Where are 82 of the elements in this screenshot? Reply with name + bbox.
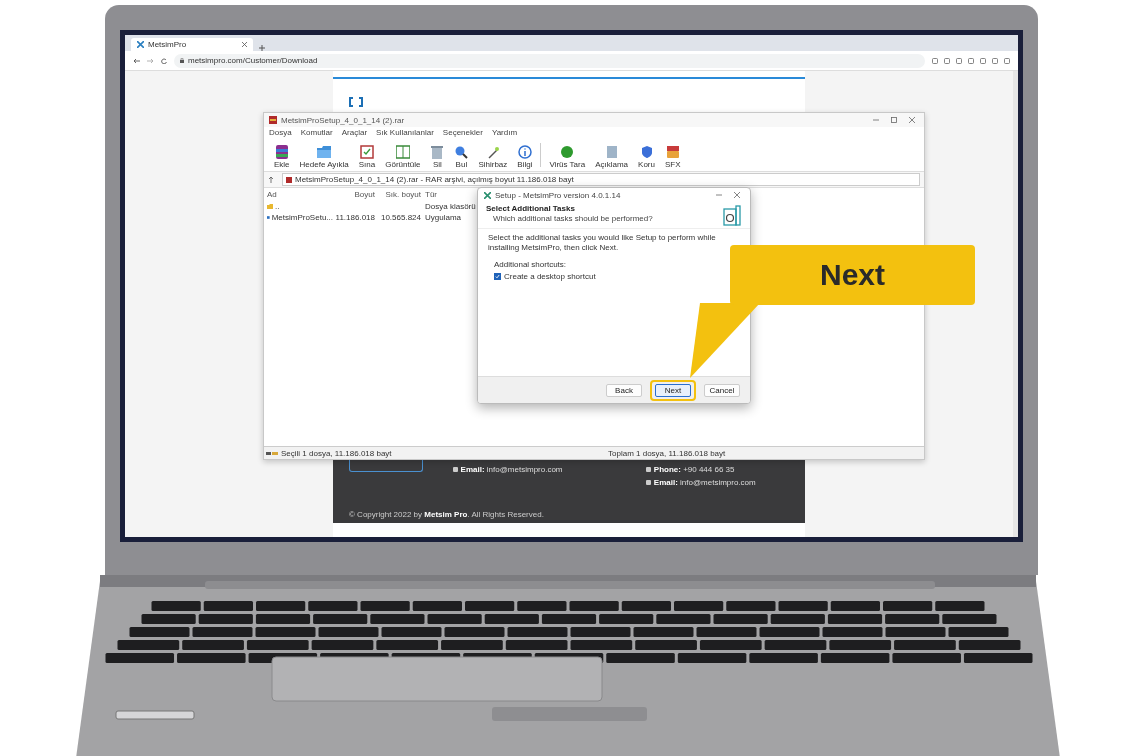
toolbar-button[interactable]: Koru bbox=[636, 145, 657, 169]
menu-item[interactable]: Araçlar bbox=[341, 128, 368, 137]
forward-arrow-icon bbox=[147, 57, 154, 64]
column-header[interactable]: Tür bbox=[421, 190, 477, 199]
browser-tab[interactable]: MetsimPro bbox=[131, 38, 253, 51]
status-text: Seçili 1 dosya, 11.186.018 bayt bbox=[281, 448, 392, 458]
document-icon bbox=[604, 145, 619, 159]
toolbar-button[interactable]: SFX bbox=[662, 145, 683, 169]
maximize-icon bbox=[891, 117, 897, 123]
status-text: Toplam 1 dosya, 11.186.018 bayt bbox=[608, 448, 726, 458]
path-field[interactable]: MetsimProSetup_4_0_1_14 (2).rar - RAR arşivi, açılmış boyut 11.186.018 bayt bbox=[282, 173, 920, 186]
contact-text: Email: info@metsimpro.com bbox=[460, 465, 563, 474]
table-cell: 11.186.018 bbox=[335, 213, 375, 222]
table-cell: Uygulama bbox=[425, 213, 461, 222]
trash-icon bbox=[430, 145, 445, 159]
menu-item[interactable]: Sık Kullanılanlar bbox=[376, 128, 434, 137]
window-title: Setup - MetsimPro version 4.0.1.14 bbox=[495, 190, 622, 200]
toolbar-button[interactable]: Sihirbaz bbox=[476, 145, 510, 169]
contact-icon bbox=[645, 467, 651, 472]
toolbar-button[interactable]: Açıklama bbox=[593, 145, 631, 169]
shield-icon bbox=[639, 145, 654, 159]
box-icon bbox=[722, 204, 742, 226]
table-cell: .. bbox=[275, 202, 280, 211]
info-icon bbox=[517, 145, 532, 159]
cancel-button[interactable]: Cancel bbox=[704, 383, 740, 397]
path-text: MetsimProSetup_4_0_1_14 (2).rar - RAR arşivi, açılmış boyut 11.186.018 bayt bbox=[295, 175, 574, 184]
lock-icon bbox=[180, 58, 184, 63]
checkbox[interactable] bbox=[494, 273, 501, 281]
column-header[interactable]: Boyut bbox=[333, 190, 375, 199]
folder-icon bbox=[317, 145, 332, 159]
check-square-icon bbox=[360, 145, 374, 159]
plus-icon bbox=[259, 45, 265, 51]
up-arrow-icon bbox=[268, 176, 274, 183]
toolbar-button[interactable]: Görüntüle bbox=[383, 145, 423, 169]
window-title: MetsimProSetup_4_0_1_14 (2).rar bbox=[281, 115, 406, 125]
x-logo-icon bbox=[484, 191, 491, 199]
drives-icon bbox=[266, 450, 278, 456]
circle-icon bbox=[560, 145, 575, 159]
reload-icon bbox=[161, 57, 167, 64]
minimize-icon bbox=[716, 192, 722, 198]
table-cell: 10.565.824 bbox=[380, 213, 421, 222]
back-arrow-icon bbox=[133, 57, 140, 64]
url-field[interactable]: metsimpro.com/Customer/Download bbox=[174, 53, 925, 68]
next-button[interactable]: Next bbox=[655, 383, 691, 397]
toolbar-button[interactable]: Virüs Tara bbox=[547, 145, 588, 169]
close-icon bbox=[909, 117, 915, 123]
close-icon bbox=[242, 42, 247, 47]
copyright-text: © Copyright 2022 by Metsim Pro. All Rights Reserved. bbox=[349, 510, 545, 519]
dialog-subheading: Which additional tasks should be performed? bbox=[492, 214, 653, 223]
toolbar-button[interactable]: Hedefe Ayıkla bbox=[297, 145, 351, 169]
back-button[interactable]: Back bbox=[606, 383, 642, 397]
tab-title: MetsimPro bbox=[148, 40, 188, 49]
minimize-icon bbox=[873, 117, 879, 123]
contact-icon bbox=[452, 467, 458, 472]
book-icon bbox=[395, 145, 410, 159]
toolbar-button[interactable]: Sına bbox=[356, 145, 378, 169]
url-text: metsimpro.com/Customer/Download bbox=[188, 56, 318, 65]
scrollbar[interactable] bbox=[1013, 71, 1018, 537]
contact-text: Email: info@metsimpro.com bbox=[653, 478, 756, 487]
close-icon bbox=[734, 192, 740, 198]
toolbar-button[interactable]: Ekle bbox=[272, 145, 292, 169]
column-header[interactable]: Ad bbox=[267, 190, 333, 199]
checkbox-label: Create a desktop shortcut bbox=[504, 272, 596, 282]
table-cell: Dosya klasörü bbox=[425, 202, 476, 211]
toolbar-button[interactable]: Bul bbox=[452, 145, 471, 169]
menu-item[interactable]: Seçenekler bbox=[442, 128, 483, 137]
dialog-heading: Select Additional Tasks bbox=[486, 204, 576, 213]
group-label: Additional shortcuts: bbox=[493, 260, 568, 270]
menu-item[interactable]: Dosya bbox=[269, 128, 292, 137]
logo-icon bbox=[349, 97, 363, 107]
magnifier-icon bbox=[454, 145, 469, 159]
contact-text: Phone: +90 444 66 35 bbox=[653, 465, 735, 474]
x-logo-icon bbox=[137, 41, 144, 48]
folder-icon bbox=[267, 204, 273, 209]
table-cell: MetsimProSetu... bbox=[271, 213, 333, 222]
dialog-description: Select the additional tasks you would like Setup to perform while installing MetsimPro, then click Next. bbox=[488, 233, 717, 253]
contact-icon bbox=[645, 480, 651, 485]
column-header[interactable]: Sık. boyut bbox=[375, 190, 421, 199]
toolbar-button[interactable]: Sil bbox=[428, 145, 447, 169]
menu-item[interactable]: Komutlar bbox=[300, 128, 333, 137]
toolbar-button[interactable]: Bilgi bbox=[515, 145, 535, 169]
menu-item[interactable]: Yardım bbox=[491, 128, 518, 137]
